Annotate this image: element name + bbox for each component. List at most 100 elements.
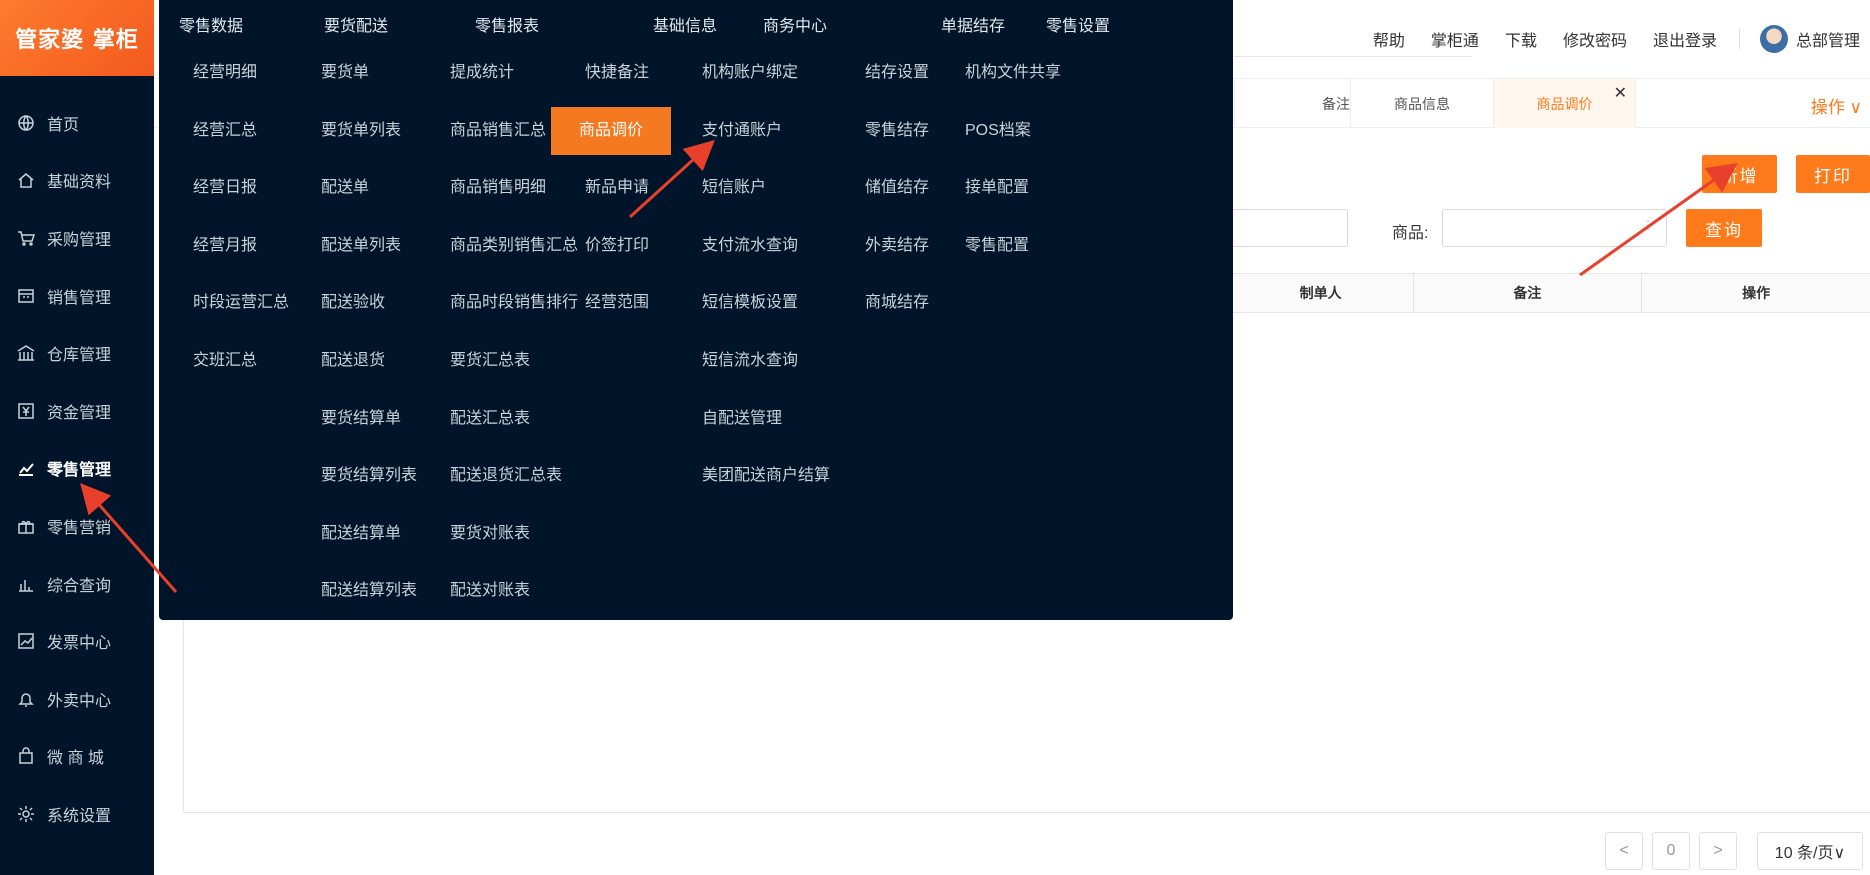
mega-item-1-3[interactable]: 配送单列表 — [321, 222, 401, 270]
mega-item-1-4[interactable]: 配送验收 — [321, 279, 385, 327]
mega-item-4-1[interactable]: 支付通账户 — [702, 107, 782, 155]
sidebar-item-11[interactable]: 微 商 城 — [0, 728, 154, 786]
mega-item-1-6[interactable]: 要货结算单 — [321, 395, 401, 443]
mega-item-3-4[interactable]: 经营范围 — [585, 279, 649, 327]
mega-item-5-3[interactable]: 外卖结存 — [865, 222, 929, 270]
mega-heading-5[interactable]: 单据结存 — [941, 12, 1005, 36]
mega-item-0-3[interactable]: 经营月报 — [193, 222, 257, 270]
download-link[interactable]: 下载 — [1505, 27, 1537, 51]
mega-item-3-2[interactable]: 新品申请 — [585, 164, 649, 212]
sidebar-item-2[interactable]: 采购管理 — [0, 209, 154, 267]
mega-item-3-1[interactable]: 商品调价 — [551, 106, 671, 155]
mega-item-2-6[interactable]: 配送汇总表 — [450, 395, 530, 443]
mega-item-1-9[interactable]: 配送结算列表 — [321, 567, 417, 615]
mega-item-2-4[interactable]: 商品时段销售排行 — [450, 279, 578, 327]
mega-item-1-8[interactable]: 配送结算单 — [321, 510, 401, 558]
mega-item-2-0[interactable]: 提成统计 — [450, 49, 514, 97]
mega-item-4-4[interactable]: 短信模板设置 — [702, 279, 798, 327]
header-divider — [1738, 29, 1740, 49]
mega-item-6-3[interactable]: 零售配置 — [965, 222, 1029, 270]
add-button[interactable]: 新增 — [1702, 155, 1777, 193]
retail-mega-menu: 零售数据经营明细经营汇总经营日报经营月报时段运营汇总 交班汇总 要货配送要货单要货单… — [159, 0, 1233, 620]
mega-item-6-1[interactable]: POS档案 — [965, 107, 1031, 155]
mega-item-2-3[interactable]: 商品类别销售汇总 — [450, 222, 578, 270]
sidebar-item-3[interactable]: 销售管理 — [0, 267, 154, 325]
mega-item-6-2[interactable]: 接单配置 — [965, 164, 1029, 212]
tab-product-info[interactable]: 商品信息 — [1350, 79, 1493, 128]
page-size-select[interactable]: 10 条/页∨ — [1757, 832, 1863, 870]
mega-item-4-3[interactable]: 支付流水查询 — [702, 222, 798, 270]
mega-item-5-4[interactable]: 商城结存 — [865, 279, 929, 327]
mega-item-0-0[interactable]: 经营明细 — [193, 49, 257, 97]
mega-item-0-4[interactable]: 时段运营汇总 — [193, 279, 289, 327]
sidebar-item-label: 基础资料 — [47, 174, 112, 192]
mega-item-0-1[interactable]: 经营汇总 — [193, 107, 257, 155]
mega-item-1-1[interactable]: 要货单列表 — [321, 107, 401, 155]
mega-item-4-7[interactable]: 美团配送商户结算 — [702, 452, 830, 500]
change-password-link[interactable]: 修改密码 — [1563, 27, 1627, 51]
mega-item-1-2[interactable]: 配送单 — [321, 164, 369, 212]
mega-item-4-2[interactable]: 短信账户 — [702, 164, 766, 212]
mega-heading-3[interactable]: 基础信息 — [653, 12, 717, 36]
sidebar-item-1[interactable]: 基础资料 — [0, 152, 154, 210]
sidebar-item-8[interactable]: 综合查询 — [0, 555, 154, 613]
mega-heading-0[interactable]: 零售数据 — [179, 12, 243, 36]
mega-item-2-1[interactable]: 商品销售汇总 — [450, 107, 546, 155]
sidebar-item-label: 发票中心 — [47, 635, 112, 653]
mega-item-4-0[interactable]: 机构账户绑定 — [702, 49, 798, 97]
close-icon[interactable]: ✕ — [1614, 83, 1627, 103]
mega-item-4-5[interactable]: 短信流水查询 — [702, 337, 798, 385]
sidebar-item-label: 微 商 城 — [47, 750, 104, 768]
avatar[interactable] — [1759, 25, 1788, 53]
mega-item-4-6[interactable]: 自配送管理 — [702, 395, 782, 443]
sidebar-item-12[interactable]: 系统设置 — [0, 785, 154, 843]
tab-price-adjust[interactable]: 商品调价 ✕ — [1493, 79, 1636, 128]
mega-item-1-0[interactable]: 要货单 — [321, 49, 369, 97]
mega-item-3-3[interactable]: 价签打印 — [585, 222, 649, 270]
sidebar-item-6[interactable]: 零售管理 — [0, 440, 154, 498]
help-link[interactable]: 帮助 — [1373, 27, 1405, 51]
mega-item-1-5[interactable]: 配送退货 — [321, 337, 385, 385]
mega-item-5-2[interactable]: 储值结存 — [865, 164, 929, 212]
query-button[interactable]: 查询 — [1686, 209, 1762, 247]
sidebar-item-9[interactable]: 发票中心 — [0, 612, 154, 670]
app-root: 管家婆 掌柜 首页 基础资料 采购管理 销售管理 仓库管理 资金管理 零售管理 零售营销 综合查… — [0, 0, 1870, 875]
mega-item-2-8[interactable]: 要货对账表 — [450, 510, 530, 558]
mega-heading-1[interactable]: 要货配送 — [324, 12, 388, 36]
logout-link[interactable]: 退出登录 — [1653, 27, 1717, 51]
mega-item-5-0[interactable]: 结存设置 — [865, 49, 929, 97]
prev-page-button[interactable]: < — [1605, 832, 1643, 870]
operations-menu[interactable]: 操作 ∨ — [1811, 93, 1862, 118]
mega-item-2-2[interactable]: 商品销售明细 — [450, 164, 546, 212]
warehouse-icon — [17, 344, 35, 362]
page-number[interactable]: 0 — [1652, 832, 1690, 870]
mega-heading-2[interactable]: 零售报表 — [475, 12, 539, 36]
sidebar-item-4[interactable]: 仓库管理 — [0, 324, 154, 382]
sidebar-item-0[interactable]: 首页 — [0, 94, 154, 152]
col-remarks: 备注 — [1412, 274, 1642, 312]
next-page-button[interactable]: > — [1699, 832, 1737, 870]
sidebar-item-5[interactable]: 资金管理 — [0, 382, 154, 440]
mega-item-0-2[interactable]: 经营日报 — [193, 164, 257, 212]
mega-heading-4[interactable]: 商务中心 — [763, 12, 827, 36]
sidebar-item-label: 零售管理 — [47, 462, 112, 480]
gear-icon — [17, 805, 35, 823]
print-button[interactable]: 打印 — [1796, 155, 1870, 193]
mega-item-2-7[interactable]: 配送退货汇总表 — [450, 452, 562, 500]
mega-item-2-5[interactable]: 要货汇总表 — [450, 337, 530, 385]
mega-item-1-7[interactable]: 要货结算列表 — [321, 452, 417, 500]
tab-remarks[interactable]: 备注 — [1244, 79, 1350, 128]
username[interactable]: 总部管理 — [1796, 27, 1860, 51]
mega-item-0-5[interactable]: 交班汇总 — [193, 337, 257, 385]
product-select[interactable]: ⋮ — [1442, 209, 1667, 247]
sidebar-item-10[interactable]: 外卖中心 — [0, 670, 154, 728]
sidebar-item-7[interactable]: 零售营销 — [0, 497, 154, 555]
mega-item-5-1[interactable]: 零售结存 — [865, 107, 929, 155]
zhanggui-link[interactable]: 掌柜通 — [1431, 27, 1479, 51]
mega-heading-6[interactable]: 零售设置 — [1046, 12, 1110, 36]
mega-item-2-9[interactable]: 配送对账表 — [450, 567, 530, 615]
mega-item-3-0[interactable]: 快捷备注 — [585, 49, 649, 97]
mega-item-6-0[interactable]: 机构文件共享 — [965, 49, 1061, 97]
col-creator: 制单人 — [1227, 274, 1413, 312]
calendar-icon — [17, 287, 35, 305]
